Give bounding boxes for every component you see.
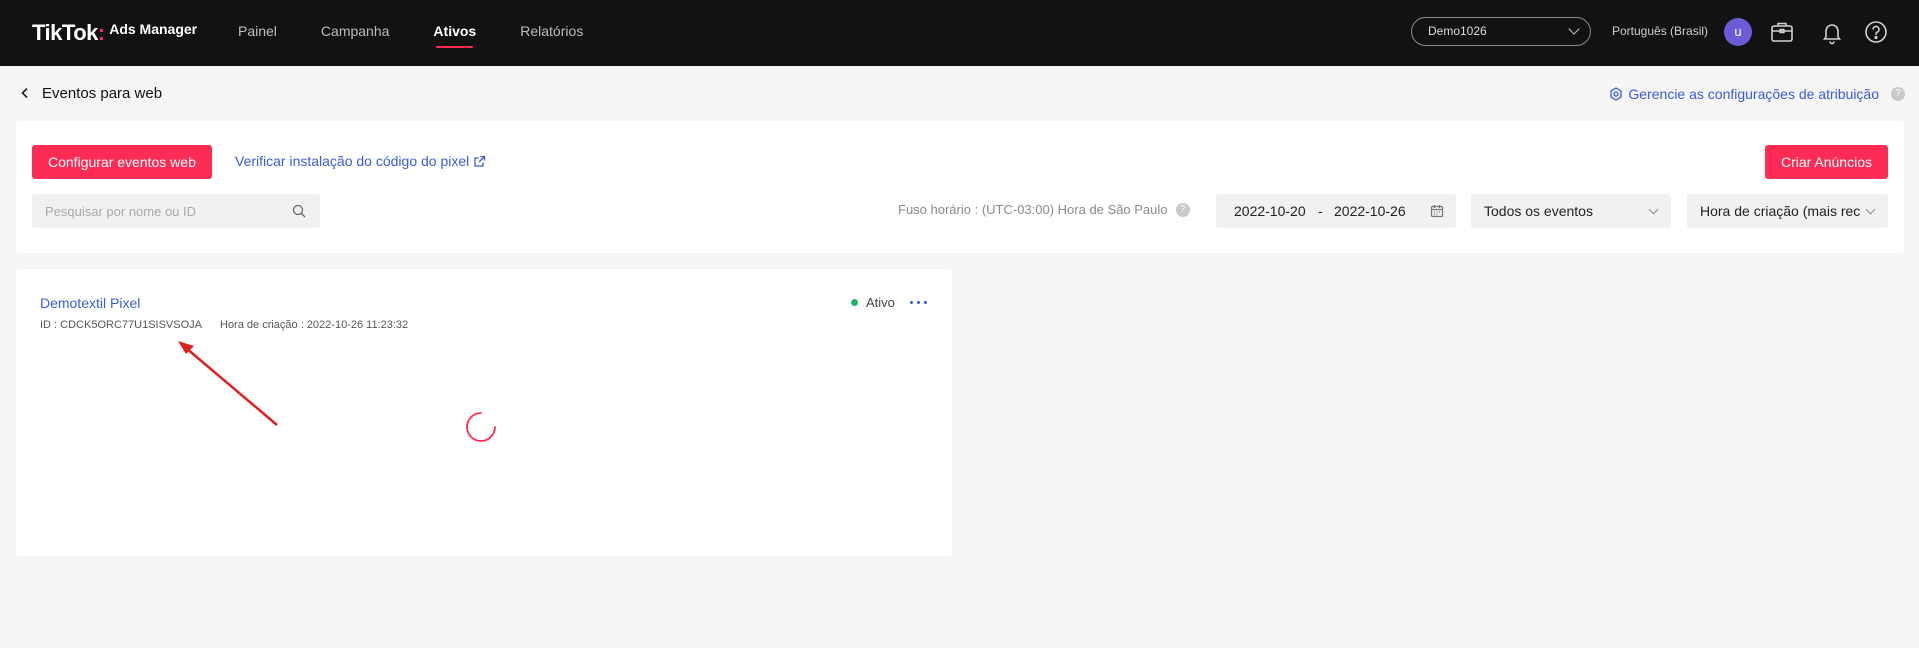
back-arrow-icon[interactable] (18, 86, 32, 100)
toolbar-card: Configurar eventos web Verificar instala… (16, 121, 1904, 253)
events-filter-value: Todos os eventos (1484, 203, 1593, 219)
search-icon[interactable] (292, 204, 306, 218)
tiktok-ads-manager-logo[interactable]: TikTok : Ads Manager (32, 20, 197, 46)
date-separator: - (1318, 203, 1323, 219)
pixel-name-link[interactable]: Demotextil Pixel (40, 295, 140, 311)
loading-spinner-icon (466, 412, 496, 442)
briefcase-icon[interactable] (1768, 18, 1796, 46)
date-range-picker[interactable]: 2022-10-20 - 2022-10-26 (1216, 194, 1456, 228)
logo-subtitle: Ads Manager (109, 21, 198, 37)
nav-ativos[interactable]: Ativos (433, 0, 476, 66)
chevron-down-icon (1568, 23, 1580, 35)
status-badge: Ativo (851, 295, 895, 310)
date-start: 2022-10-20 (1234, 203, 1306, 219)
help-icon[interactable] (1862, 18, 1890, 46)
pixel-meta: ID : CDCK5ORC77U1SISVSOJA Hora de criação… (40, 319, 408, 331)
sort-select[interactable]: Hora de criação (mais rec (1687, 194, 1888, 228)
sort-select-value: Hora de criação (mais rec (1700, 203, 1861, 219)
logo-text: TikTok (32, 20, 98, 45)
external-link-icon (474, 155, 486, 167)
verify-pixel-link[interactable]: Verificar instalação do código do pixel (235, 153, 486, 169)
chevron-down-icon (1648, 204, 1659, 215)
timezone-text: Fuso horário : (UTC-03:00) Hora de São P… (898, 202, 1168, 217)
nav-relatorios[interactable]: Relatórios (520, 0, 583, 66)
pixel-card: Demotextil Pixel ID : CDCK5ORC77U1SISVSO… (16, 269, 952, 556)
page-header: Eventos para web Gerencie as configuraçõ… (0, 66, 1919, 122)
verify-pixel-label: Verificar instalação do código do pixel (235, 153, 470, 169)
date-end: 2022-10-26 (1334, 203, 1406, 219)
question-icon[interactable]: ? (1175, 202, 1190, 217)
logo-colon: : (97, 20, 106, 45)
calendar-icon (1430, 205, 1444, 218)
avatar[interactable]: u (1724, 18, 1752, 46)
nav-campanha[interactable]: Campanha (321, 0, 390, 66)
gear-icon (1610, 87, 1623, 101)
status-text: Ativo (866, 295, 895, 310)
create-ads-button[interactable]: Criar Anúncios (1764, 145, 1888, 179)
search-input[interactable] (32, 194, 272, 228)
chevron-down-icon (1865, 204, 1876, 215)
attribution-settings-link[interactable]: Gerencie as configurações de atribuição (1609, 86, 1879, 102)
search-box (32, 194, 320, 228)
question-icon[interactable]: ? (1891, 87, 1905, 101)
page-title: Eventos para web (42, 85, 163, 102)
top-bar: TikTok : Ads Manager Painel Campanha Ati… (0, 0, 1919, 66)
pixel-id: ID : CDCK5ORC77U1SISVSOJA (40, 319, 202, 331)
pixel-created-time: Hora de criação : 2022-10-26 11:23:32 (220, 319, 409, 331)
events-filter-select[interactable]: Todos os eventos (1471, 194, 1671, 228)
account-select-value: Demo1026 (1428, 24, 1487, 38)
attribution-link-label: Gerencie as configurações de atribuição (1628, 86, 1879, 102)
timezone-label: Fuso horário : (UTC-03:00) Hora de São P… (898, 202, 1190, 217)
nav-painel[interactable]: Painel (238, 0, 277, 66)
account-select[interactable]: Demo1026 (1411, 17, 1591, 46)
bell-icon[interactable] (1818, 18, 1846, 46)
main-nav: Painel Campanha Ativos Relatórios (238, 0, 627, 66)
configure-web-events-button[interactable]: Configurar eventos web (32, 145, 212, 179)
more-options-icon[interactable] (908, 295, 930, 309)
status-dot-icon (851, 299, 858, 306)
language-select[interactable]: Português (Brasil) (1612, 24, 1708, 38)
